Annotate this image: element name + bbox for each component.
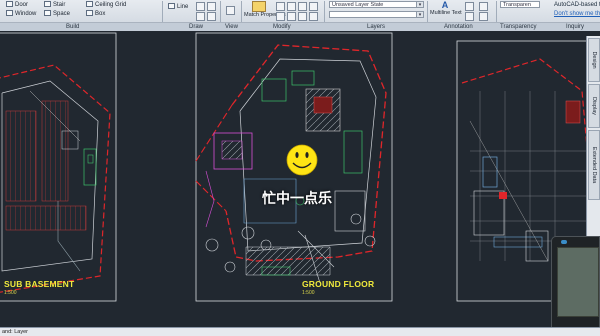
phone-screen [557,247,599,317]
space-icon [44,10,51,16]
separator [220,1,221,22]
box-button[interactable]: Box [86,10,105,18]
window-button[interactable]: Window [6,10,36,18]
camera-icon [561,240,567,244]
smiley-icon [286,144,318,176]
info-text: AutoCAD-based to [554,2,600,8]
upper-floor-plan [461,58,591,262]
drawing-canvas[interactable]: SUB BASEMENT 1:500 GROUND FLOOR 1:500 忙中… [0,31,600,327]
tab-extended-data[interactable]: Extended Data [588,130,600,200]
stair-button[interactable]: Stair [44,1,65,9]
tag-icon[interactable] [479,12,488,21]
layer-select[interactable]: ▾ [329,11,424,18]
scale-icon[interactable] [309,12,318,21]
watermark-text: 忙中一点乐 [262,190,332,206]
ceiling-grid-button[interactable]: Ceiling Grid [86,1,126,9]
door-button[interactable]: Door [6,1,28,9]
text-icon: A [441,0,449,10]
properties-palette-tabs: Design Display Extended Data [586,36,600,236]
move-icon[interactable] [276,2,285,11]
layer-state-select[interactable]: Unsaved Layer State ▾ [329,1,424,8]
separator [324,1,325,22]
hatch-icon[interactable] [207,12,216,21]
view-icon[interactable] [226,6,235,15]
trim-icon[interactable] [298,2,307,11]
fillet-icon[interactable] [287,12,296,21]
box-icon [86,10,93,16]
ribbon: Door Window Stair Space Ceiling Grid Box… [0,0,600,32]
tab-display[interactable]: Display [588,84,600,128]
stretch-icon[interactable] [298,12,307,21]
line-button[interactable]: Line [168,3,188,11]
space-button[interactable]: Space [44,10,70,18]
rotate-icon[interactable] [287,2,296,11]
transparency-input[interactable]: Transparen [500,1,540,8]
chevron-down-icon: ▾ [416,2,423,7]
cad-linework [0,32,591,302]
chevron-down-icon: ▾ [416,12,423,17]
plan-title-ground-floor: GROUND FLOOR [302,279,375,289]
separator [427,1,428,22]
stair-icon [44,1,51,7]
mirror-icon[interactable] [276,12,285,21]
multiline-text-button[interactable]: A Multiline Text [430,0,462,22]
line-icon [168,3,175,9]
separator [496,1,497,22]
table-icon[interactable] [479,2,488,11]
plan-title-sub-basement: SUB BASEMENT [4,279,75,289]
dont-show-link[interactable]: Don't show me this [554,10,600,18]
separator [241,1,242,22]
leader-icon[interactable] [465,12,474,21]
ceiling-grid-icon [86,1,93,7]
separator [162,1,163,22]
door-icon [6,1,13,7]
match-properties-icon [251,1,266,12]
dimension-icon[interactable] [465,2,474,11]
plan-scale-sub-basement: 1:500 [4,290,17,296]
phone-device [551,236,600,335]
plan-scale-ground-floor: 1:500 [302,290,315,296]
sub-basement-plan [0,64,111,293]
tab-design[interactable]: Design [588,38,600,82]
circle-icon[interactable] [207,2,216,11]
window-icon [6,10,13,16]
rectangle-icon[interactable] [196,12,205,21]
copy-icon[interactable] [309,2,318,11]
arc-icon[interactable] [196,2,205,11]
match-properties-button[interactable]: Match Properties [244,0,286,22]
